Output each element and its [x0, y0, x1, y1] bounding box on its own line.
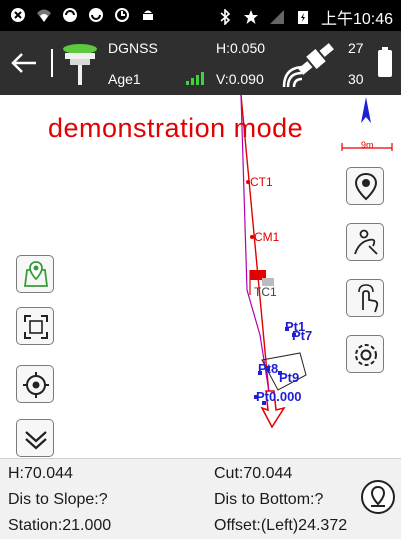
scale-label: 9m — [361, 140, 374, 150]
station-label: CM1 — [254, 230, 280, 244]
bluetooth-icon — [220, 9, 231, 25]
stakeout-info-panel: H:70.044 Cut:70.044 Dis to Slope:? Dis t… — [0, 458, 401, 539]
signal-strength-icon — [186, 72, 204, 85]
location-pin-icon — [354, 172, 378, 201]
route-icon — [354, 229, 378, 255]
point-label: Pt9 — [279, 370, 300, 385]
gnss-toolbar: DGNSS Age1 H:0.050 V:0.090 27 30 — [0, 31, 401, 95]
touch-mode-button[interactable] — [346, 279, 384, 317]
notification-icon — [11, 8, 25, 22]
gnss-receiver-icon[interactable] — [62, 41, 98, 87]
demonstration-mode-label: demonstration mode — [48, 113, 304, 143]
satellites-tracked: 30 — [348, 71, 364, 87]
status-time: 上午10:46 — [320, 11, 393, 28]
gear-icon — [355, 344, 377, 366]
cut-value: Cut:70.044 — [214, 465, 293, 482]
offset-value: Offset:(Left)24.372 — [214, 517, 348, 534]
satellite-icon[interactable] — [282, 41, 340, 89]
full-extent-button[interactable] — [16, 307, 54, 345]
point-label: Pt0.000 — [256, 389, 302, 404]
map-layer-button[interactable] — [346, 167, 384, 205]
sync-icon — [63, 8, 77, 22]
status-bar: 上午10:46 — [0, 0, 401, 31]
dis-to-bottom-value: Dis to Bottom:? — [214, 491, 324, 508]
solution-type: DGNSS — [108, 40, 158, 56]
point-label: Pt8 — [258, 361, 279, 376]
collapse-button[interactable] — [16, 419, 54, 457]
back-arrow-icon[interactable] — [8, 48, 40, 78]
toolbar-divider — [51, 49, 53, 77]
map-canvas — [240, 95, 393, 429]
clock-app-icon — [115, 8, 129, 22]
receiver-battery-icon — [378, 47, 392, 77]
star-icon — [243, 10, 258, 24]
no-signal-icon — [269, 10, 284, 24]
fullscreen-icon — [24, 315, 48, 339]
height-value: H:70.044 — [8, 465, 73, 482]
stakeout-map[interactable]: demonstration mode 9m CT1 CM1 TC1 Pt1 Pt… — [0, 95, 401, 458]
north-arrow-icon — [361, 97, 371, 123]
settings-button[interactable] — [346, 335, 384, 373]
sync-icon — [89, 8, 103, 22]
wifi-icon — [37, 9, 51, 22]
crosshair-icon — [23, 372, 49, 398]
android-icon — [143, 10, 153, 20]
correction-age: Age1 — [108, 71, 141, 87]
dis-to-slope-value: Dis to Slope:? — [8, 491, 108, 508]
touch-icon — [358, 284, 379, 313]
horizontal-precision: H:0.050 — [216, 40, 266, 56]
locate-button[interactable] — [16, 365, 54, 403]
vertical-precision: V:0.090 — [216, 71, 264, 87]
map-pin-icon — [23, 261, 49, 287]
double-chevron-down-icon — [25, 431, 47, 450]
map-view-button[interactable] — [16, 255, 54, 293]
station-label: TC1 — [254, 285, 277, 299]
station-label: CT1 — [250, 175, 273, 189]
route-button[interactable] — [346, 223, 384, 261]
battery-charging-icon — [297, 11, 308, 24]
satellites-used: 27 — [348, 40, 364, 56]
map-pin-button-icon[interactable] — [360, 479, 396, 515]
station-value: Station:21.000 — [8, 517, 112, 534]
point-label: Pt7 — [292, 328, 313, 343]
